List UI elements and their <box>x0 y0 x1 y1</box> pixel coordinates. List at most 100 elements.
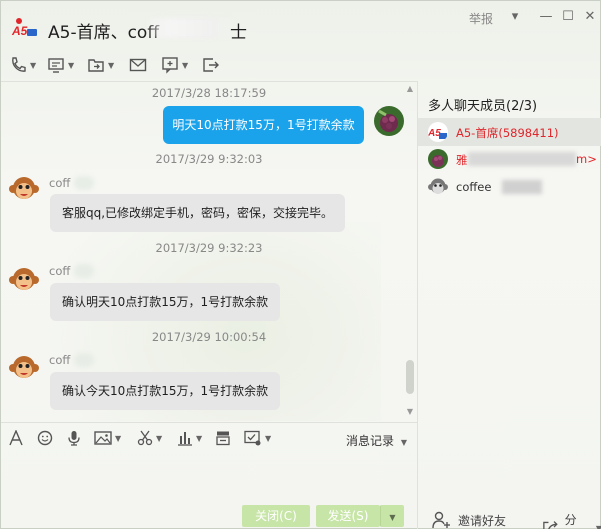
email-icon <box>129 58 147 72</box>
svg-text:A5: A5 <box>11 24 28 38</box>
stamp-button[interactable] <box>215 429 231 447</box>
chart-icon <box>178 432 192 446</box>
screenshot-button[interactable]: ▼ <box>137 429 162 447</box>
chevron-down-icon: ▼ <box>182 60 189 70</box>
message-timestamp: 2017/3/29 10:00:54 <box>151 330 267 344</box>
message-history-label: 消息记录 <box>346 434 395 448</box>
chat-window: A5 A5-首席、coff 士 举报 ▾ — ☐ ✕ ▼ ▼ ▼ ▼ 2017/… <box>0 0 601 529</box>
chevron-down-icon: ▼ <box>156 433 163 443</box>
font-button[interactable] <box>8 429 24 447</box>
my-message-bubble: 明天10点打款15万，1号打款余款 <box>163 106 364 144</box>
member-item[interactable]: 雅 m> <box>418 145 601 173</box>
member-name-suffix: m> <box>576 152 597 166</box>
chevron-down-icon: ▼ <box>30 60 37 70</box>
input-toolbar: ▼ ▼ ▼ ▼ 消息记录 ▼ <box>1 422 417 452</box>
voice-message-button[interactable] <box>66 429 82 447</box>
name-redaction <box>74 264 94 278</box>
remote-icon <box>203 58 219 72</box>
member-name: coffee <box>456 180 492 194</box>
member-name: A5-首席(5898411) <box>456 126 559 140</box>
screen-share-icon <box>48 58 64 73</box>
member-panel-title: 多人聊天成员(2/3) <box>428 99 538 114</box>
email-button[interactable] <box>129 54 147 76</box>
monkey-avatar <box>428 178 448 194</box>
chart-button[interactable]: ▼ <box>177 429 202 447</box>
report-button[interactable]: 举报 <box>469 10 493 27</box>
a5-logo-icon: A5 <box>11 18 37 38</box>
chevron-down-icon: ▼ <box>389 513 396 522</box>
my-avatar[interactable] <box>374 106 404 136</box>
chevron-down-icon: ▼ <box>108 60 115 70</box>
sender-name: coff <box>49 176 71 190</box>
add-user-icon <box>432 511 450 529</box>
monkey-avatar[interactable] <box>9 174 39 204</box>
sender-name: coff <box>49 264 71 278</box>
member-item[interactable]: coffee <box>418 173 601 201</box>
voice-icon <box>68 431 80 446</box>
stamp-icon <box>216 431 230 446</box>
chevron-down-icon: ▼ <box>595 523 601 529</box>
invite-friends-label: 邀请好友 <box>458 513 507 528</box>
phone-icon <box>12 57 26 72</box>
invite-friends-button[interactable]: 邀请好友 <box>432 511 506 529</box>
send-options-button[interactable]: ▼ <box>380 505 404 527</box>
title-redaction <box>149 18 233 38</box>
other-message-bubble: 确认明天10点打款15万，1号打款余款 <box>50 283 281 321</box>
message-list[interactable]: 2017/3/28 18:17:59 明天10点打款15万，1号打款余款 201… <box>1 81 417 421</box>
name-redaction <box>74 176 94 190</box>
send-button[interactable]: 发送(S) <box>316 505 380 527</box>
add-app-button[interactable]: ▼ <box>161 54 188 76</box>
chevron-down-icon: ▼ <box>196 433 203 443</box>
remote-assist-button[interactable] <box>201 54 221 76</box>
file-transfer-button[interactable]: ▼ <box>87 54 114 76</box>
scroll-down-icon[interactable]: ▼ <box>404 407 416 417</box>
shake-icon <box>244 430 261 446</box>
message-input[interactable] <box>1 452 417 502</box>
scrollbar-thumb[interactable] <box>406 360 414 394</box>
menu-dropdown-icon[interactable]: ▾ <box>506 8 524 26</box>
minimize-icon[interactable]: — <box>537 8 555 26</box>
title-bar: A5 A5-首席、coff 士 举报 ▾ — ☐ ✕ <box>1 1 601 45</box>
font-icon <box>9 430 23 446</box>
chat-toolbar: ▼ ▼ ▼ ▼ <box>1 51 241 79</box>
chevron-down-icon: ▼ <box>265 433 272 443</box>
screenshot-icon <box>137 430 153 446</box>
monkey-avatar[interactable] <box>9 353 39 383</box>
chevron-down-icon: ▼ <box>115 433 122 443</box>
window-title-suffix: 士 <box>230 23 247 43</box>
chevron-down-icon: ▼ <box>68 60 75 70</box>
name-redaction <box>74 353 94 367</box>
message-timestamp: 2017/3/29 9:32:03 <box>155 152 263 166</box>
share-button[interactable]: 分享 ▼ <box>542 511 601 529</box>
member-panel: 多人聊天成员(2/3) A5 A5-首席(5898411) 雅 m> coffe… <box>417 81 601 529</box>
scroll-up-icon[interactable]: ▲ <box>404 84 416 94</box>
member-name-redaction <box>502 180 542 194</box>
sender-name: coff <box>49 353 71 367</box>
other-message-bubble: 确认今天10点打款15万，1号打款余款 <box>50 372 281 410</box>
image-button[interactable]: ▼ <box>94 429 121 447</box>
add-app-icon <box>162 57 178 74</box>
member-item[interactable]: A5 A5-首席(5898411) <box>418 118 601 146</box>
share-label: 分享 <box>564 513 577 527</box>
shake-button[interactable]: ▼ <box>244 429 271 447</box>
other-message-bubble: 客服qq,已修改绑定手机，密码，密保，交接完毕。 <box>50 194 346 232</box>
maximize-icon[interactable]: ☐ <box>559 8 577 26</box>
a5-logo-icon: A5 <box>428 122 448 142</box>
monkey-avatar[interactable] <box>9 265 39 295</box>
file-transfer-icon <box>88 59 104 72</box>
voice-call-button[interactable]: ▼ <box>9 54 36 76</box>
message-history-button[interactable]: 消息记录 ▼ <box>346 432 407 449</box>
share-icon <box>543 521 558 529</box>
image-icon <box>94 431 112 445</box>
emoji-button[interactable] <box>37 429 53 447</box>
message-timestamp: 2017/3/29 9:32:23 <box>155 241 263 255</box>
member-name: 雅 <box>456 153 468 167</box>
close-chat-button[interactable]: 关闭(C) <box>242 505 310 527</box>
window-title: A5-首席、coff <box>48 23 160 43</box>
emoji-icon <box>37 430 53 446</box>
member-avatar <box>428 149 448 169</box>
close-icon[interactable]: ✕ <box>581 8 599 26</box>
message-timestamp: 2017/3/28 18:17:59 <box>151 86 267 100</box>
chevron-down-icon: ▼ <box>400 438 407 447</box>
screen-share-button[interactable]: ▼ <box>47 54 74 76</box>
